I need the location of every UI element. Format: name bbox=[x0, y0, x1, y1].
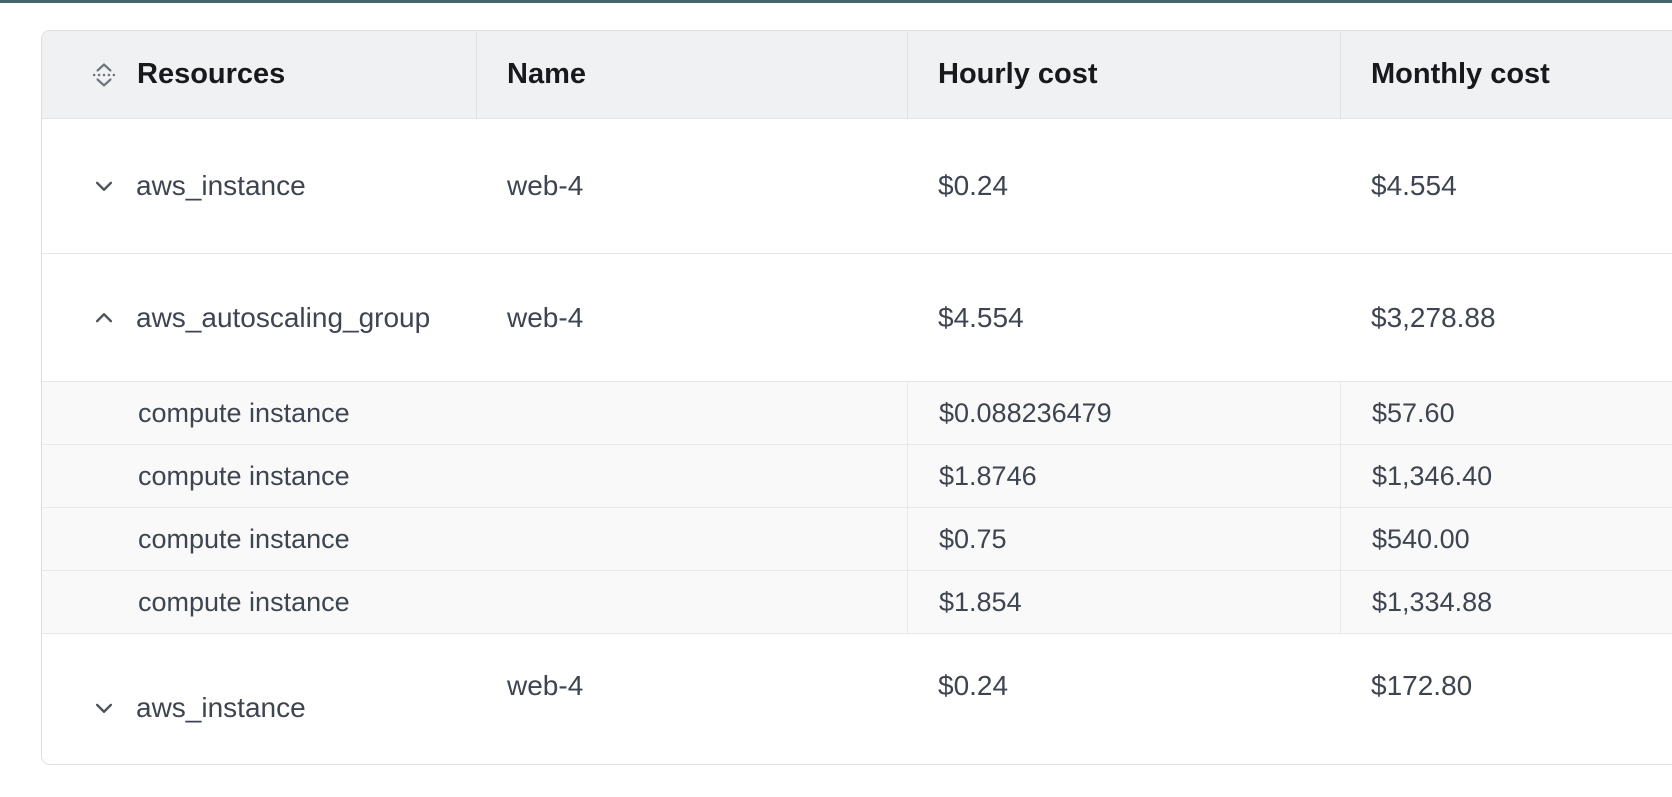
monthly-cost-cell: $172.80 bbox=[1341, 670, 1672, 702]
resource-type-label: aws_autoscaling_group bbox=[136, 302, 430, 334]
resource-type-label: aws_instance bbox=[136, 170, 306, 202]
table-row: aws_autoscaling_group web-4 $4.554 $3,27… bbox=[42, 254, 1672, 382]
monthly-cost-cell: $57.60 bbox=[1341, 382, 1672, 444]
sub-resource-label: compute instance bbox=[42, 445, 908, 507]
chevron-down-icon[interactable] bbox=[88, 170, 120, 202]
top-accent-bar bbox=[0, 0, 1672, 3]
chevron-down-icon[interactable] bbox=[88, 692, 120, 724]
hourly-cost-cell: $0.75 bbox=[908, 508, 1341, 570]
header-cell-hourly-cost: Hourly cost bbox=[908, 31, 1341, 118]
header-cell-resources: Resources bbox=[42, 31, 477, 118]
header-cell-monthly-cost: Monthly cost bbox=[1341, 31, 1672, 118]
header-label-resources: Resources bbox=[137, 58, 285, 91]
hourly-cost-cell: $4.554 bbox=[908, 302, 1341, 334]
sub-resource-label: compute instance bbox=[42, 571, 908, 633]
hourly-cost-cell: $0.24 bbox=[908, 670, 1341, 702]
sub-row: compute instance $1.854 $1,334.88 bbox=[42, 571, 1672, 634]
name-cell: web-4 bbox=[477, 670, 908, 702]
monthly-cost-cell: $1,346.40 bbox=[1341, 445, 1672, 507]
resource-cell: aws_instance bbox=[42, 170, 477, 202]
monthly-cost-cell: $4.554 bbox=[1341, 170, 1672, 202]
hourly-cost-cell: $0.088236479 bbox=[908, 382, 1341, 444]
sub-resource-label: compute instance bbox=[42, 508, 908, 570]
drag-handle-icon[interactable] bbox=[88, 59, 120, 91]
sub-resource-label: compute instance bbox=[42, 382, 908, 444]
chevron-up-icon[interactable] bbox=[88, 302, 120, 334]
header-label-monthly-cost: Monthly cost bbox=[1371, 58, 1550, 91]
sub-row: compute instance $0.088236479 $57.60 bbox=[42, 382, 1672, 445]
resource-cell: aws_instance bbox=[42, 692, 477, 724]
sub-row: compute instance $0.75 $540.00 bbox=[42, 508, 1672, 571]
hourly-cost-cell: $1.8746 bbox=[908, 445, 1341, 507]
monthly-cost-cell: $540.00 bbox=[1341, 508, 1672, 570]
header-cell-name: Name bbox=[477, 31, 908, 118]
table-header-row: Resources Name Hourly cost Monthly cost bbox=[42, 31, 1672, 119]
name-cell: web-4 bbox=[477, 302, 908, 334]
hourly-cost-cell: $0.24 bbox=[908, 170, 1341, 202]
table-row: aws_instance web-4 $0.24 $172.80 bbox=[42, 634, 1672, 764]
name-cell: web-4 bbox=[477, 170, 908, 202]
monthly-cost-cell: $1,334.88 bbox=[1341, 571, 1672, 633]
monthly-cost-cell: $3,278.88 bbox=[1341, 302, 1672, 334]
cost-breakdown-table: Resources Name Hourly cost Monthly cost … bbox=[41, 30, 1672, 765]
resource-cell: aws_autoscaling_group bbox=[42, 302, 477, 334]
sub-row: compute instance $1.8746 $1,346.40 bbox=[42, 445, 1672, 508]
hourly-cost-cell: $1.854 bbox=[908, 571, 1341, 633]
header-label-name: Name bbox=[507, 58, 586, 91]
resource-type-label: aws_instance bbox=[136, 692, 306, 724]
header-label-hourly-cost: Hourly cost bbox=[938, 58, 1098, 91]
table-row: aws_instance web-4 $0.24 $4.554 bbox=[42, 119, 1672, 254]
